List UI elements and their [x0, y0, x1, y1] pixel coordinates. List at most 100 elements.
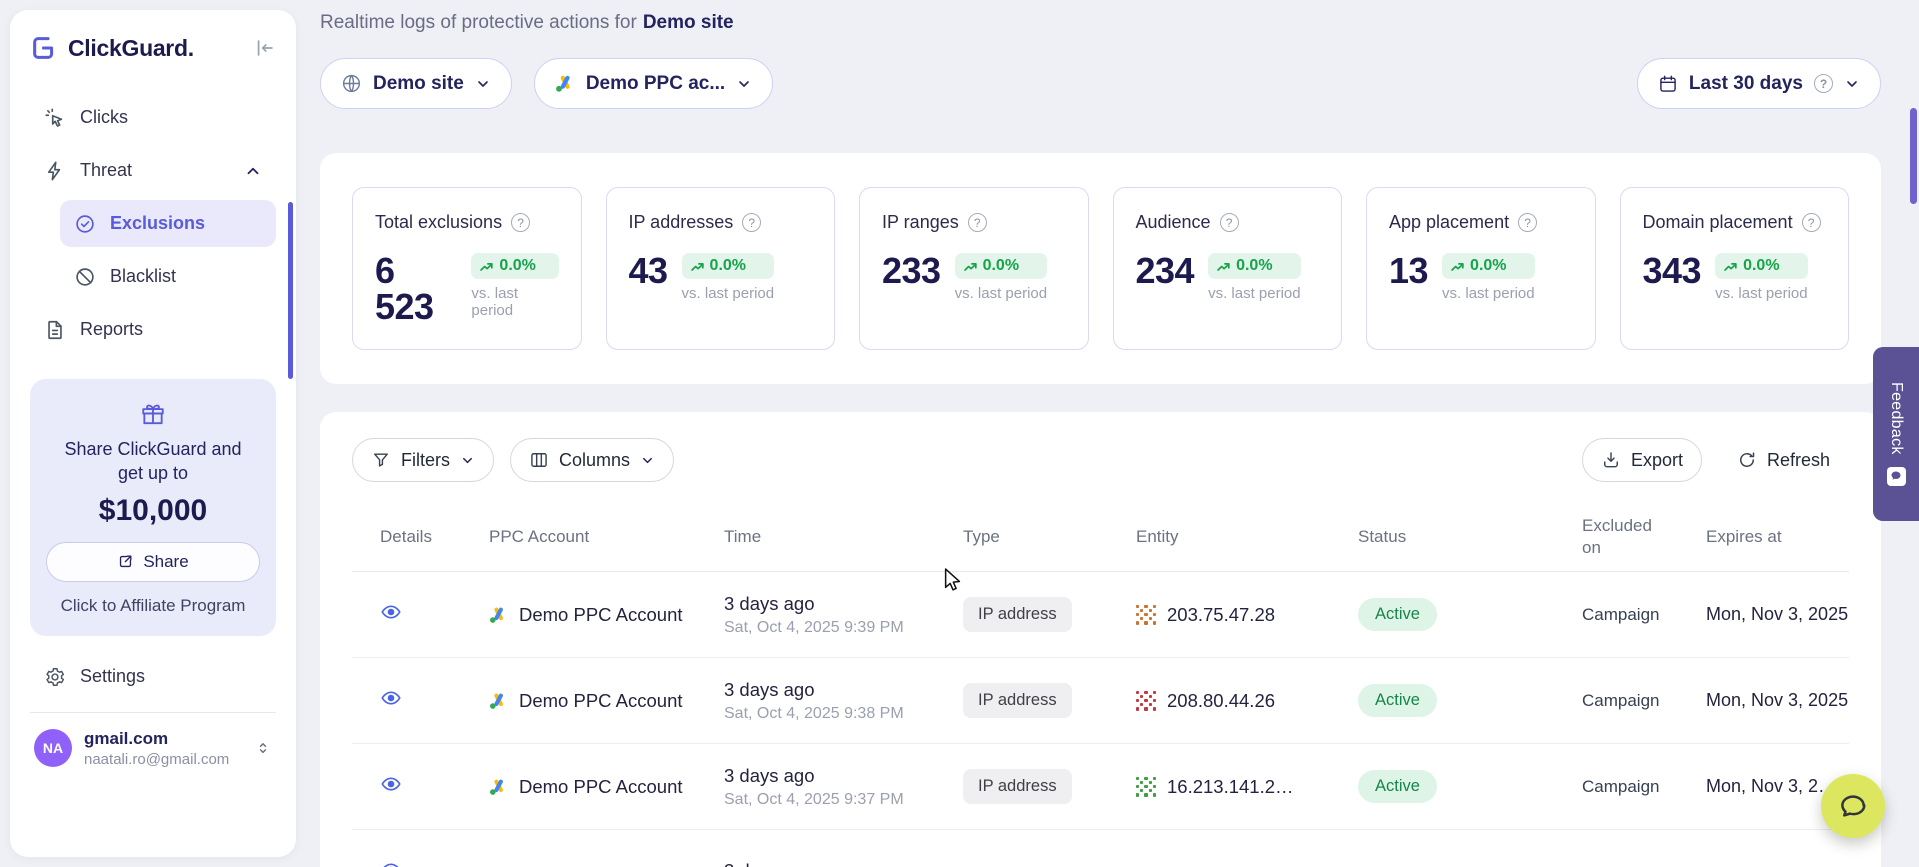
collapse-sidebar-icon[interactable]	[254, 37, 276, 59]
sidebar-item-label: Blacklist	[110, 266, 176, 287]
chevron-down-icon	[1844, 76, 1860, 92]
help-icon[interactable]	[968, 213, 987, 232]
affiliate-promo-card: Share ClickGuard and get up to $10,000 S…	[30, 379, 276, 636]
time-relative: 3 days ago	[724, 860, 963, 867]
trend-badge: 0.0%	[1442, 253, 1535, 279]
sidebar-item-threat[interactable]: Threat	[30, 147, 276, 194]
view-details-eye-icon[interactable]	[380, 773, 402, 795]
sidebar-scrollbar[interactable]	[288, 202, 293, 379]
refresh-icon	[1737, 450, 1757, 470]
refresh-button[interactable]: Refresh	[1718, 438, 1849, 482]
sidebar-item-label: Reports	[80, 319, 143, 340]
site-selector-value: Demo site	[373, 73, 464, 95]
ppc-account-name: Demo PPC Account	[519, 604, 683, 626]
site-selector[interactable]: Demo site	[320, 58, 512, 109]
page-scrollbar-thumb[interactable]	[1910, 108, 1917, 204]
ppc-account-name: Demo PPC Account	[519, 776, 683, 798]
entity-value: 16.213.141.2…	[1167, 776, 1294, 798]
affiliate-program-link[interactable]: Click to Affiliate Program	[61, 596, 246, 616]
globe-icon	[341, 73, 362, 94]
column-header-status: Status	[1358, 527, 1582, 547]
sidebar-item-reports[interactable]: Reports	[30, 306, 276, 353]
status-badge: Active	[1358, 598, 1437, 631]
export-button[interactable]: Export	[1582, 438, 1702, 482]
entity-identicon	[1136, 691, 1156, 711]
sidebar-item-label: Clicks	[80, 107, 128, 128]
user-name: gmail.com	[84, 729, 229, 749]
chevron-down-icon	[640, 453, 655, 468]
stat-card-domain-placement: Domain placement 343 0.0% vs. last perio…	[1620, 187, 1850, 350]
page-subtitle: Realtime logs of protective actions forD…	[320, 12, 1881, 34]
help-icon[interactable]	[1220, 213, 1239, 232]
columns-button[interactable]: Columns	[510, 438, 674, 482]
document-icon	[44, 319, 66, 341]
stat-label: Total exclusions	[375, 212, 502, 233]
gear-icon	[44, 666, 66, 688]
subtitle-text: Realtime logs of protective actions for	[320, 12, 637, 33]
help-icon[interactable]	[1814, 74, 1833, 93]
trend-up-icon	[1451, 261, 1464, 272]
help-icon[interactable]	[511, 213, 530, 232]
feedback-widget-icon	[1887, 467, 1906, 486]
trend-up-icon	[964, 261, 977, 272]
column-header-excluded-on: Excluded on	[1582, 515, 1706, 558]
view-details-eye-icon[interactable]	[380, 687, 402, 709]
date-range-selector[interactable]: Last 30 days	[1637, 58, 1881, 109]
stat-label: Audience	[1136, 212, 1211, 233]
calendar-icon	[1658, 74, 1678, 94]
stat-label: Domain placement	[1643, 212, 1793, 233]
export-label: Export	[1631, 450, 1683, 471]
promo-headline: Share ClickGuard and get up to	[58, 437, 248, 486]
chat-widget-button[interactable]	[1821, 774, 1885, 838]
type-badge: IP address	[963, 683, 1072, 718]
trend-badge: 0.0%	[1715, 253, 1808, 279]
chat-bubble-icon	[1838, 791, 1868, 821]
filter-funnel-icon	[371, 450, 391, 470]
type-badge: IP address	[963, 769, 1072, 804]
chevron-up-down-icon	[254, 739, 272, 757]
time-relative: 3 days ago	[724, 679, 963, 701]
sidebar-item-settings[interactable]: Settings	[30, 666, 276, 688]
stats-panel: Total exclusions 6 523 0.0% vs. last per…	[320, 153, 1881, 384]
clickguard-logo-icon	[30, 34, 58, 62]
entity-identicon	[1136, 605, 1156, 625]
stat-label: IP ranges	[882, 212, 959, 233]
help-icon[interactable]	[1802, 213, 1821, 232]
view-details-eye-icon[interactable]	[380, 601, 402, 623]
share-button[interactable]: Share	[46, 542, 260, 582]
column-header-entity: Entity	[1136, 527, 1358, 547]
trend-up-icon	[1724, 261, 1737, 272]
stat-card-audience: Audience 234 0.0% vs. last period	[1113, 187, 1343, 350]
google-ads-icon	[489, 778, 508, 796]
user-email: naatali.ro@gmail.com	[84, 751, 229, 768]
stat-value: 234	[1136, 253, 1195, 289]
ppc-account-selector[interactable]: Demo PPC ac...	[534, 58, 773, 109]
sidebar-item-exclusions[interactable]: Exclusions	[60, 200, 276, 247]
chevron-up-icon	[244, 162, 262, 180]
feedback-tab[interactable]: Feedback	[1873, 347, 1919, 521]
time-full: Sat, Oct 4, 2025 9:39 PM	[724, 619, 963, 637]
excluded-on-value: Campaign	[1582, 605, 1706, 625]
column-header-time: Time	[724, 527, 963, 547]
sidebar-item-blacklist[interactable]: Blacklist	[60, 253, 276, 300]
trend-badge: 0.0%	[955, 253, 1048, 279]
status-badge: Active	[1358, 684, 1437, 717]
entity-identicon	[1136, 777, 1156, 797]
share-button-label: Share	[143, 552, 188, 572]
trend-note: vs. last period	[1442, 285, 1535, 302]
help-icon[interactable]	[1518, 213, 1537, 232]
filters-button[interactable]: Filters	[352, 438, 494, 482]
user-account-menu[interactable]: NA gmail.com naatali.ro@gmail.com	[30, 729, 276, 768]
stat-label: App placement	[1389, 212, 1509, 233]
trend-badge: 0.0%	[471, 253, 558, 279]
trend-up-icon	[1217, 261, 1230, 272]
time-full: Sat, Oct 4, 2025 9:37 PM	[724, 791, 963, 809]
sidebar-item-clicks[interactable]: Clicks	[30, 94, 276, 141]
view-details-eye-icon[interactable]	[380, 859, 402, 867]
stat-card-ip-ranges: IP ranges 233 0.0% vs. last period	[859, 187, 1089, 350]
help-icon[interactable]	[742, 213, 761, 232]
download-icon	[1601, 450, 1621, 470]
stat-card-app-placement: App placement 13 0.0% vs. last period	[1366, 187, 1596, 350]
entity-value: 203.75.47.28	[1167, 604, 1275, 626]
badge-check-icon	[74, 213, 96, 235]
